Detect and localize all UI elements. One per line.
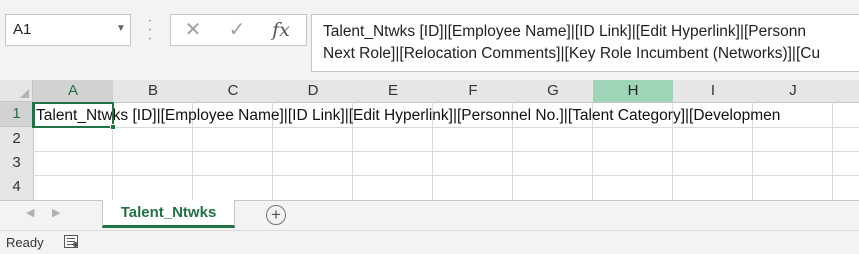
status-text: Ready bbox=[6, 235, 44, 250]
formula-buttons: ✕ ✓ fx bbox=[170, 14, 307, 46]
gridline bbox=[33, 175, 859, 176]
select-all-icon bbox=[20, 89, 29, 98]
row-header-3[interactable]: 3 bbox=[0, 151, 34, 176]
macro-recording-icon[interactable] bbox=[64, 235, 78, 248]
row-header-4[interactable]: 4 bbox=[0, 175, 34, 201]
splitter-handle[interactable]: · · · bbox=[147, 13, 153, 47]
status-bar bbox=[0, 230, 859, 254]
enter-icon[interactable]: ✓ bbox=[217, 16, 257, 44]
sheet-tab-talent-ntwks[interactable]: Talent_Ntwks bbox=[102, 200, 235, 228]
insert-function-icon[interactable]: fx bbox=[261, 16, 301, 44]
chevron-down-icon[interactable]: ▼ bbox=[113, 16, 129, 42]
gridline bbox=[33, 151, 859, 152]
column-header-partial[interactable] bbox=[833, 80, 859, 103]
formula-input[interactable]: Talent_Ntwks [ID]|[Employee Name]|[ID Li… bbox=[311, 14, 859, 72]
row-header-2[interactable]: 2 bbox=[0, 127, 34, 152]
column-header-a[interactable]: A bbox=[33, 80, 114, 104]
column-header-h[interactable]: H bbox=[593, 80, 674, 103]
fill-handle[interactable] bbox=[110, 124, 116, 130]
scroll-tabs-right-icon[interactable]: ▶ bbox=[52, 206, 60, 219]
row-header-1[interactable]: 1 bbox=[0, 102, 35, 127]
column-header-i[interactable]: I bbox=[673, 80, 754, 103]
gridline bbox=[33, 127, 859, 128]
select-all-button[interactable] bbox=[0, 80, 33, 102]
column-header-b[interactable]: B bbox=[113, 80, 194, 103]
active-cell-border bbox=[32, 102, 114, 128]
column-header-d[interactable]: D bbox=[273, 80, 354, 103]
cancel-icon[interactable]: ✕ bbox=[173, 16, 213, 44]
column-header-j[interactable]: J bbox=[753, 80, 834, 103]
formula-line-1: Talent_Ntwks [ID]|[Employee Name]|[ID Li… bbox=[323, 23, 807, 40]
add-sheet-icon[interactable]: + bbox=[266, 205, 286, 225]
cell-a1[interactable]: Talent_Ntwks [ID]|[Employee Name]|[ID Li… bbox=[36, 103, 859, 127]
column-header-g[interactable]: G bbox=[513, 80, 594, 103]
column-header-c[interactable]: C bbox=[193, 80, 274, 103]
scroll-tabs-left-icon[interactable]: ◀ bbox=[26, 206, 34, 219]
formula-line-2: Next Role]|[Relocation Comments]|[Key Ro… bbox=[323, 45, 821, 62]
name-box-value: A1 bbox=[13, 21, 32, 38]
column-header-f[interactable]: F bbox=[433, 80, 514, 103]
column-header-e[interactable]: E bbox=[353, 80, 434, 103]
